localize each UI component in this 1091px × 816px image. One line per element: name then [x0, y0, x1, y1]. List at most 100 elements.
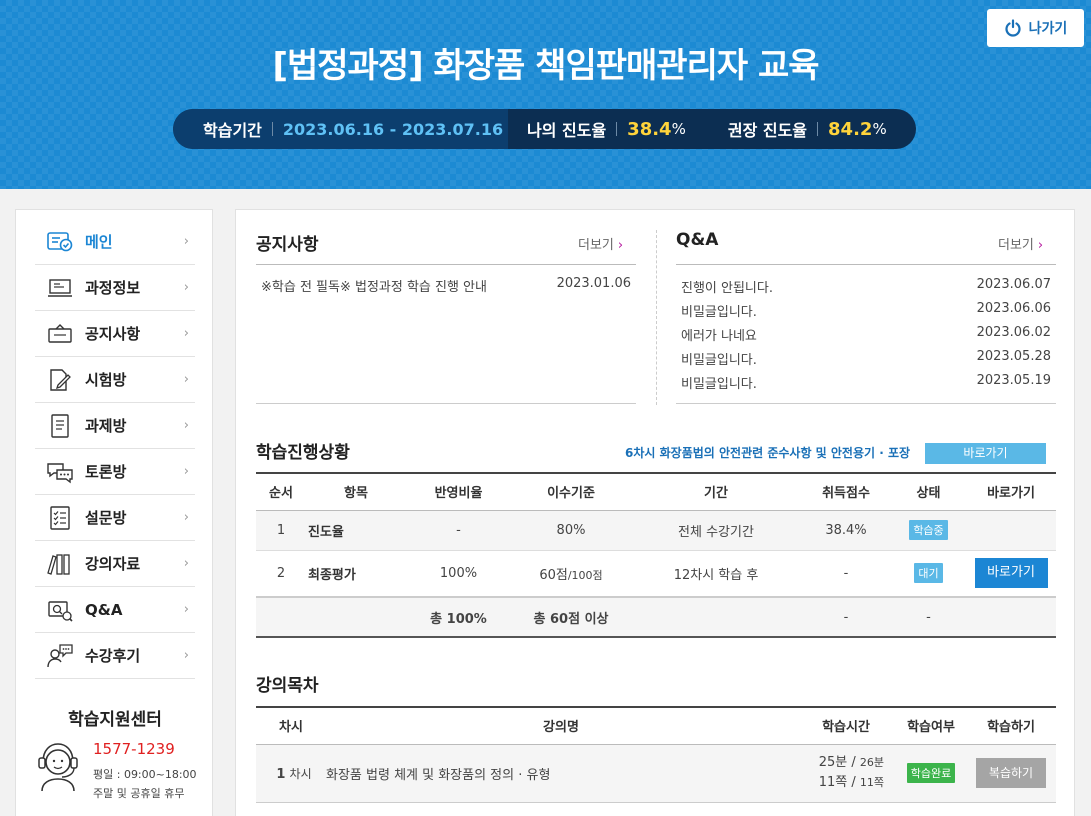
qa-row[interactable]: 비밀글입니다. 2023.06.06 — [681, 301, 1051, 320]
sidebar-item-exam[interactable]: 시험방 › — [35, 357, 195, 403]
col-lecture-name: 강의명 — [543, 720, 579, 736]
row-item: 진도율 — [308, 524, 344, 540]
review-button[interactable]: 복습하기 — [976, 758, 1046, 788]
table-total-row: 총 100% 총 60점 이상 - - — [256, 597, 1056, 637]
sidebar-item-assignment[interactable]: 과제방 › — [35, 403, 195, 449]
total-score: - — [843, 609, 849, 625]
notice-icon — [46, 320, 74, 348]
qa-row[interactable]: 비밀글입니다. 2023.05.19 — [681, 373, 1051, 392]
pages-total: 11쪽 — [859, 776, 884, 789]
chevron-right-icon: › — [617, 238, 624, 253]
qa-row-title: 비밀글입니다. — [681, 353, 757, 368]
qa-row-date: 2023.06.02 — [976, 325, 1051, 340]
chevron-right-icon: › — [183, 556, 189, 571]
progress-table: 순서 항목 반영비율 이수기준 기간 취득점수 상태 바로가기 1 진도율 - … — [256, 472, 1056, 638]
chevron-right-icon: › — [183, 372, 189, 387]
headset-icon — [38, 743, 78, 792]
qa-row-date: 2023.06.06 — [976, 301, 1051, 316]
notice-row-title: ※학습 전 필독※ 법정과정 학습 진행 안내 — [261, 280, 487, 295]
sidebar-item-discussion[interactable]: 토론방 › — [35, 449, 195, 495]
period-label: 학습기간 — [203, 121, 262, 140]
period-value: 2023.06.16 - 2023.07.16 — [282, 119, 504, 139]
sidebar-item-label: 과정정보 — [85, 279, 141, 297]
progress-title: 학습진행상황 — [256, 443, 350, 463]
qa-row-date: 2023.06.07 — [976, 277, 1051, 292]
survey-icon — [46, 504, 74, 532]
my-progress: 나의 진도율 38.4% — [527, 117, 686, 141]
total-criteria: 총 60점 이상 — [533, 611, 609, 627]
recommended-value: 84.2 — [828, 118, 873, 140]
sidebar-item-survey[interactable]: 설문방 › — [35, 495, 195, 541]
next-lesson-button[interactable]: 바로가기 — [925, 443, 1046, 464]
row-no: 1 — [276, 522, 286, 538]
main-icon — [46, 228, 74, 256]
time-spent: 25분 — [818, 755, 848, 770]
total-status: - — [926, 609, 931, 625]
percent-unit: % — [872, 120, 887, 138]
chevron-right-icon: › — [1037, 238, 1044, 253]
criteria-value: 60점 — [539, 567, 568, 583]
row-criteria: 60점/100점 — [511, 550, 631, 597]
notice-row[interactable]: ※학습 전 필독※ 법정과정 학습 진행 안내 2023.01.06 — [261, 276, 631, 295]
sidebar-item-main[interactable]: 메인 › — [35, 219, 195, 265]
session-unit: 차시 — [289, 766, 312, 781]
row-status: 대기 — [891, 550, 966, 597]
divider — [256, 264, 636, 265]
sidebar-item-label: 공지사항 — [85, 325, 141, 343]
qa-icon — [46, 596, 74, 624]
row-period: 전체 수강기간 — [678, 524, 754, 540]
row-session: 1 차시 — [256, 744, 326, 802]
row-lecture-name: 화장품 법령 체계 및 화장품의 정의 · 유형 — [326, 767, 551, 783]
divider — [676, 403, 1056, 404]
my-progress-value: 38.4 — [627, 118, 672, 140]
assignment-icon — [46, 412, 74, 440]
col-study-action: 학습하기 — [987, 720, 1035, 736]
qa-row[interactable]: 에러가 나네요 2023.06.02 — [681, 325, 1051, 344]
row-go: 바로가기 — [966, 550, 1056, 597]
row-study-action: 복습하기 — [966, 744, 1056, 802]
qa-row-title: 에러가 나네요 — [681, 329, 757, 344]
divider — [616, 122, 618, 136]
pages-read: 11쪽 — [818, 775, 848, 790]
total-item — [306, 597, 406, 637]
recommended-label: 권장 진도율 — [727, 121, 808, 140]
status-badge: 학습완료 — [906, 763, 956, 783]
total-period — [631, 597, 801, 637]
qa-row-title: 진행이 안됩니다. — [681, 281, 773, 296]
qa-row[interactable]: 진행이 안됩니다. 2023.06.07 — [681, 277, 1051, 296]
recommended-progress: 권장 진도율 84.2% — [728, 117, 887, 141]
go-exam-button[interactable]: 바로가기 — [974, 558, 1048, 589]
sidebar-item-materials[interactable]: 강의자료 › — [35, 541, 195, 587]
column-divider — [656, 230, 657, 405]
row-ratio: 100% — [439, 565, 478, 581]
col-criteria: 이수기준 — [547, 486, 595, 502]
sidebar-item-review[interactable]: 수강후기 › — [35, 633, 195, 679]
sidebar: 메인 › 과정정보 › 공지사항 › 시험방 › 과제방 › 토론방 › 설문방… — [15, 209, 213, 816]
my-progress-label: 나의 진도율 — [527, 121, 607, 140]
divider — [271, 122, 273, 136]
more-label: 더보기 — [578, 238, 614, 253]
notice-more-link[interactable]: 더보기 › — [578, 234, 623, 253]
col-no: 순서 — [269, 486, 293, 502]
row-study-status: 학습완료 — [896, 744, 966, 802]
col-status: 상태 — [916, 486, 941, 502]
sidebar-item-course-info[interactable]: 과정정보 › — [35, 265, 195, 311]
col-session: 차시 — [279, 720, 303, 736]
total-no — [256, 597, 306, 637]
more-label: 더보기 — [998, 238, 1034, 253]
support-hours-weekend: 주말 및 공휴일 휴무 — [93, 787, 185, 800]
slash: / — [851, 755, 856, 770]
slash: / — [851, 775, 856, 790]
sidebar-item-notice[interactable]: 공지사항 › — [35, 311, 195, 357]
row-no: 2 — [276, 565, 286, 581]
lecture-table: 차시 강의명 학습시간 학습여부 학습하기 1 차시 화장품 법령 체계 및 화… — [256, 706, 1056, 803]
divider — [256, 403, 636, 404]
sidebar-item-label: 토론방 — [85, 463, 127, 481]
row-period: 12차시 학습 후 — [673, 567, 759, 583]
monitor-icon — [46, 274, 74, 302]
sidebar-item-label: 과제방 — [85, 417, 127, 435]
qa-more-link[interactable]: 더보기 › — [998, 234, 1043, 253]
qa-row[interactable]: 비밀글입니다. 2023.05.28 — [681, 349, 1051, 368]
time-total: 26분 — [859, 756, 884, 769]
sidebar-item-qa[interactable]: Q&A › — [35, 587, 195, 633]
